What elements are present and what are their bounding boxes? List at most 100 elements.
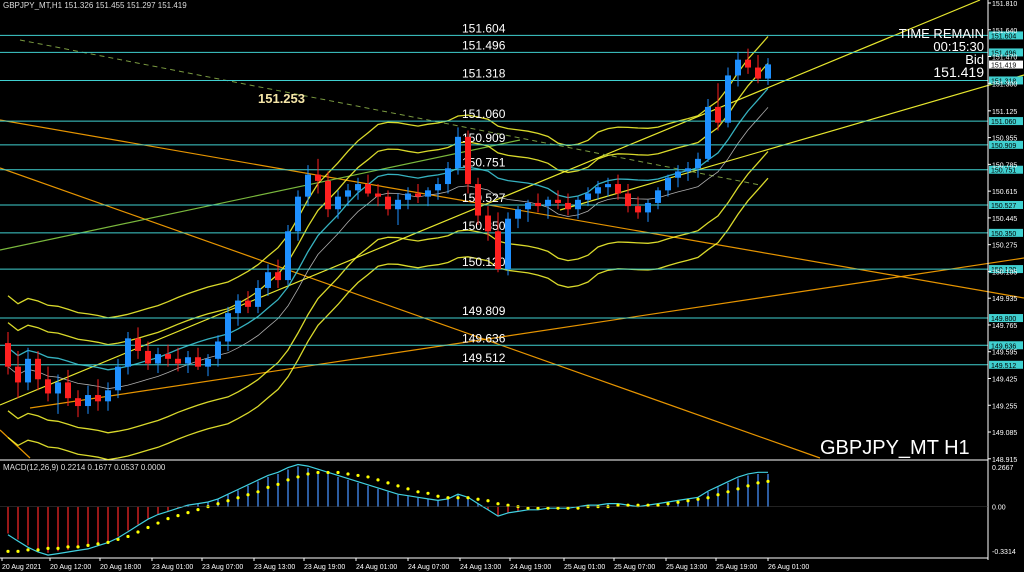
macd-signal-dot bbox=[366, 475, 370, 479]
candle-body bbox=[555, 199, 561, 203]
macd-signal-dot bbox=[766, 479, 770, 483]
time-tick-label: 23 Aug 13:00 bbox=[254, 564, 295, 571]
macd-signal-dot bbox=[6, 549, 10, 553]
level-label: 151.060 bbox=[462, 107, 506, 121]
macd-signal-dot bbox=[266, 485, 270, 489]
candle-body bbox=[765, 64, 771, 79]
price-tick-label: 149.595 bbox=[992, 350, 1017, 357]
macd-signal-dot bbox=[246, 493, 250, 497]
macd-signal-dot bbox=[166, 516, 170, 521]
price-tick-label: 151.640 bbox=[992, 28, 1017, 35]
symbol-label: GBPJPY_MT H1 bbox=[820, 437, 970, 459]
macd-signal-dot bbox=[416, 490, 420, 494]
level-label: 151.604 bbox=[462, 21, 506, 35]
macd-signal-dot bbox=[646, 503, 650, 507]
candle-body bbox=[325, 180, 331, 210]
macd-signal-dot bbox=[496, 502, 500, 506]
candle-body bbox=[685, 168, 691, 172]
bid-value: 151.419 bbox=[933, 64, 984, 80]
candle-body bbox=[55, 382, 61, 394]
time-tick-label: 25 Aug 07:00 bbox=[614, 564, 655, 571]
candle-body bbox=[5, 343, 11, 367]
macd-signal-dot bbox=[636, 503, 640, 507]
level-price-tag-text: 149.512 bbox=[991, 363, 1016, 370]
candle-body bbox=[395, 199, 401, 210]
candle-body bbox=[245, 300, 251, 307]
candle-body bbox=[665, 177, 671, 191]
macd-signal-dot bbox=[96, 542, 100, 546]
candle-body bbox=[45, 379, 51, 394]
candle-body bbox=[705, 106, 711, 159]
macd-signal-dot bbox=[386, 481, 390, 485]
candle-body bbox=[695, 158, 701, 169]
macd-signal-dot bbox=[346, 472, 350, 476]
macd-signal-dot bbox=[296, 475, 300, 479]
price-tick-label: 149.085 bbox=[992, 430, 1017, 437]
candle-body bbox=[25, 358, 31, 383]
price-tick-label: 151.300 bbox=[992, 81, 1017, 88]
time-tick-label: 24 Aug 19:00 bbox=[510, 564, 551, 571]
macd-signal-dot bbox=[556, 506, 560, 510]
macd-signal-dot bbox=[536, 506, 540, 510]
macd-signal-dot bbox=[656, 503, 660, 507]
candle-body bbox=[225, 313, 231, 342]
candle-body bbox=[575, 199, 581, 210]
macd-signal-dot bbox=[326, 470, 330, 475]
macd-signal-dot bbox=[76, 545, 80, 549]
macd-signal-dot bbox=[306, 472, 310, 476]
macd-signal-dot bbox=[106, 540, 110, 544]
candle-body bbox=[755, 67, 761, 79]
level-price-tag-text: 150.350 bbox=[991, 231, 1016, 238]
macd-signal-dot bbox=[576, 506, 580, 510]
candle-body bbox=[385, 196, 391, 210]
price-tick-label: 150.445 bbox=[992, 216, 1017, 223]
price-tick-label: 151.470 bbox=[992, 55, 1017, 62]
current-price-tag-text: 151.419 bbox=[991, 63, 1016, 70]
candle-body bbox=[505, 218, 511, 270]
time-tick-label: 20 Aug 2021 bbox=[2, 564, 41, 571]
macd-signal-dot bbox=[236, 496, 240, 500]
level-price-tag-text: 150.527 bbox=[991, 203, 1016, 210]
macd-signal-dot bbox=[356, 473, 360, 478]
price-tick-label: 150.105 bbox=[992, 269, 1017, 276]
high-annotation: 151.253 bbox=[258, 91, 305, 106]
price-tick-label: 150.275 bbox=[992, 243, 1017, 250]
time-tick-label: 25 Aug 19:00 bbox=[716, 564, 757, 571]
candle-body bbox=[345, 190, 351, 197]
macd-signal-dot bbox=[66, 545, 70, 549]
candle-body bbox=[365, 184, 371, 194]
macd-signal-dot bbox=[706, 496, 710, 500]
macd-signal-dot bbox=[456, 496, 460, 500]
candle-body bbox=[305, 174, 311, 197]
candle-body bbox=[565, 202, 571, 210]
macd-signal-dot bbox=[616, 503, 620, 507]
macd-signal-dot bbox=[566, 506, 570, 510]
macd-signal-dot bbox=[726, 490, 730, 494]
level-label: 151.318 bbox=[462, 66, 506, 80]
macd-signal-dot bbox=[36, 548, 40, 552]
candle-body bbox=[675, 171, 681, 178]
candle-body bbox=[545, 199, 551, 207]
candle-body bbox=[525, 202, 531, 210]
candle-body bbox=[135, 338, 141, 351]
level-price-tag-text: 151.060 bbox=[991, 119, 1016, 126]
candle-body bbox=[175, 358, 181, 364]
time-tick-label: 26 Aug 01:00 bbox=[768, 564, 809, 571]
macd-signal-dot bbox=[736, 487, 740, 491]
macd-signal-dot bbox=[176, 514, 180, 518]
candle-body bbox=[485, 215, 491, 232]
macd-signal-dot bbox=[216, 502, 220, 506]
macd-signal-dot bbox=[426, 491, 430, 495]
macd-signal-dot bbox=[406, 487, 410, 491]
level-label: 149.636 bbox=[462, 331, 506, 345]
macd-signal-dot bbox=[506, 503, 510, 507]
time-tick-label: 23 Aug 19:00 bbox=[304, 564, 345, 571]
candle-body bbox=[215, 341, 221, 359]
macd-signal-dot bbox=[336, 470, 340, 475]
price-tick-label: 151.810 bbox=[992, 1, 1017, 8]
price-tick-label: 151.125 bbox=[992, 109, 1017, 116]
macd-signal-dot bbox=[16, 549, 20, 553]
time-tick-label: 23 Aug 07:00 bbox=[202, 564, 243, 571]
price-tick-label: 149.425 bbox=[992, 376, 1017, 383]
candle-body bbox=[585, 193, 591, 200]
